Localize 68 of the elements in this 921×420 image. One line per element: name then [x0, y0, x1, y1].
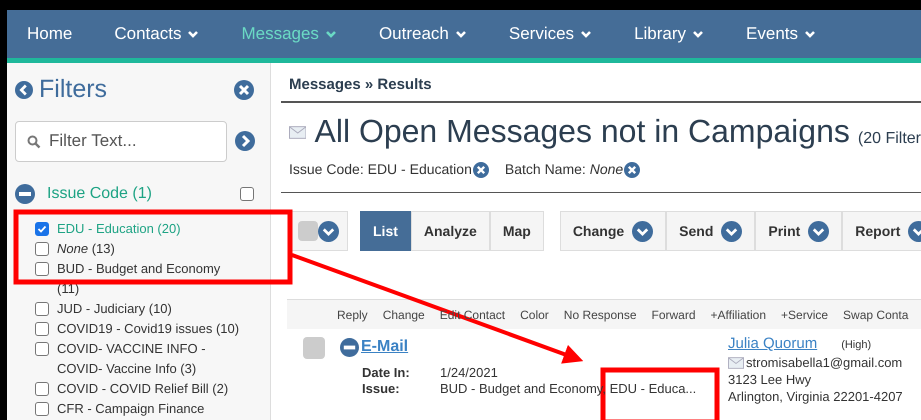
chevron-down-icon [632, 220, 654, 242]
nav-item[interactable]: Events [746, 21, 816, 47]
envelope-icon [289, 126, 306, 139]
row-action-link[interactable]: +Affiliation [710, 306, 766, 324]
nav-item[interactable]: Services [508, 21, 592, 47]
address-line: Arlington, Virginia 22201-4207 [728, 388, 903, 405]
view-tab[interactable]: Analyze [410, 211, 490, 251]
row-action-link[interactable]: +Service [781, 306, 828, 324]
checkbox[interactable] [35, 322, 49, 336]
field-value: 1/24/2021 [440, 365, 499, 381]
checkbox[interactable] [35, 242, 49, 256]
action-menu-button[interactable]: Send [666, 211, 756, 251]
action-menu-button[interactable]: Print [755, 211, 842, 251]
filter-option[interactable]: JUD - Judiciary (10) [57, 298, 172, 318]
filter-search-field[interactable]: Filter Text... [15, 120, 227, 162]
collapse-icon[interactable] [340, 338, 359, 356]
filter-option[interactable]: None (13) [57, 238, 115, 258]
priority-label: (High) [841, 338, 872, 353]
active-filter: Issue Code: EDU - Education [289, 160, 472, 179]
message-type-link[interactable]: E-Mail [361, 335, 408, 359]
select-all-checkbox[interactable] [298, 221, 318, 241]
row-action-link[interactable]: Change [382, 306, 425, 324]
row-action-link[interactable]: No Response [564, 306, 637, 324]
close-icon[interactable] [624, 162, 640, 178]
back-icon[interactable] [15, 80, 33, 99]
filter-option[interactable]: COVID19 - Covid19 issues (10) [57, 318, 240, 338]
action-menu-button[interactable]: Report [842, 211, 921, 251]
checkbox[interactable] [35, 342, 49, 356]
filters-title: Filters [39, 74, 108, 105]
action-menu-button[interactable]: Change [560, 211, 666, 251]
field-label: Date In: [362, 365, 411, 381]
nav-item[interactable]: Library [634, 21, 704, 47]
checkbox[interactable] [35, 262, 49, 276]
row-action-link[interactable]: Forward [652, 306, 696, 324]
checkbox[interactable] [35, 402, 49, 416]
chevron-down-icon [318, 220, 339, 242]
checkbox[interactable] [240, 186, 254, 200]
row-action-link[interactable]: Swap Conta [843, 306, 908, 324]
checkbox[interactable] [35, 302, 49, 316]
message-checkbox[interactable] [303, 337, 325, 359]
chevron-down-icon [721, 220, 742, 242]
contact-email: stromisabella1@gmail.com [746, 354, 902, 371]
envelope-icon [728, 356, 744, 368]
row-action-link[interactable]: Color [520, 306, 549, 324]
chevron-down-icon [808, 220, 830, 242]
title-note: (20 Filter [858, 129, 921, 149]
view-tab[interactable]: Map [490, 211, 544, 251]
checkbox[interactable] [35, 382, 49, 396]
search-icon [27, 134, 41, 148]
filter-option[interactable]: COVID- VACCINE INFO - COVID- Vaccine Info (3) [57, 338, 243, 378]
active-filter: Batch Name: None [504, 160, 624, 179]
filter-option[interactable]: COVID - COVID Relief Bill (2) [57, 378, 228, 398]
close-icon[interactable] [472, 162, 489, 178]
contact-name-link[interactable]: Julia Quorum [728, 335, 818, 352]
collapse-icon[interactable] [15, 184, 35, 204]
close-icon[interactable] [234, 80, 254, 100]
breadcrumb: Messages » Results [289, 76, 432, 93]
nav-item[interactable]: Outreach [378, 21, 467, 47]
nav-item[interactable]: Home [27, 21, 72, 47]
page-title: All Open Messages not in Campaigns [314, 112, 850, 151]
nav-item[interactable]: Contacts [114, 21, 200, 47]
checkbox[interactable] [35, 222, 49, 236]
go-icon[interactable] [235, 131, 255, 151]
row-action-link[interactable]: Reply [337, 306, 368, 324]
view-tab[interactable]: List [360, 211, 411, 251]
address-line: 3123 Lee Hwy [728, 371, 812, 388]
filter-option[interactable]: CFR - Campaign Finance [57, 398, 204, 418]
field-label: Issue: [362, 381, 401, 397]
